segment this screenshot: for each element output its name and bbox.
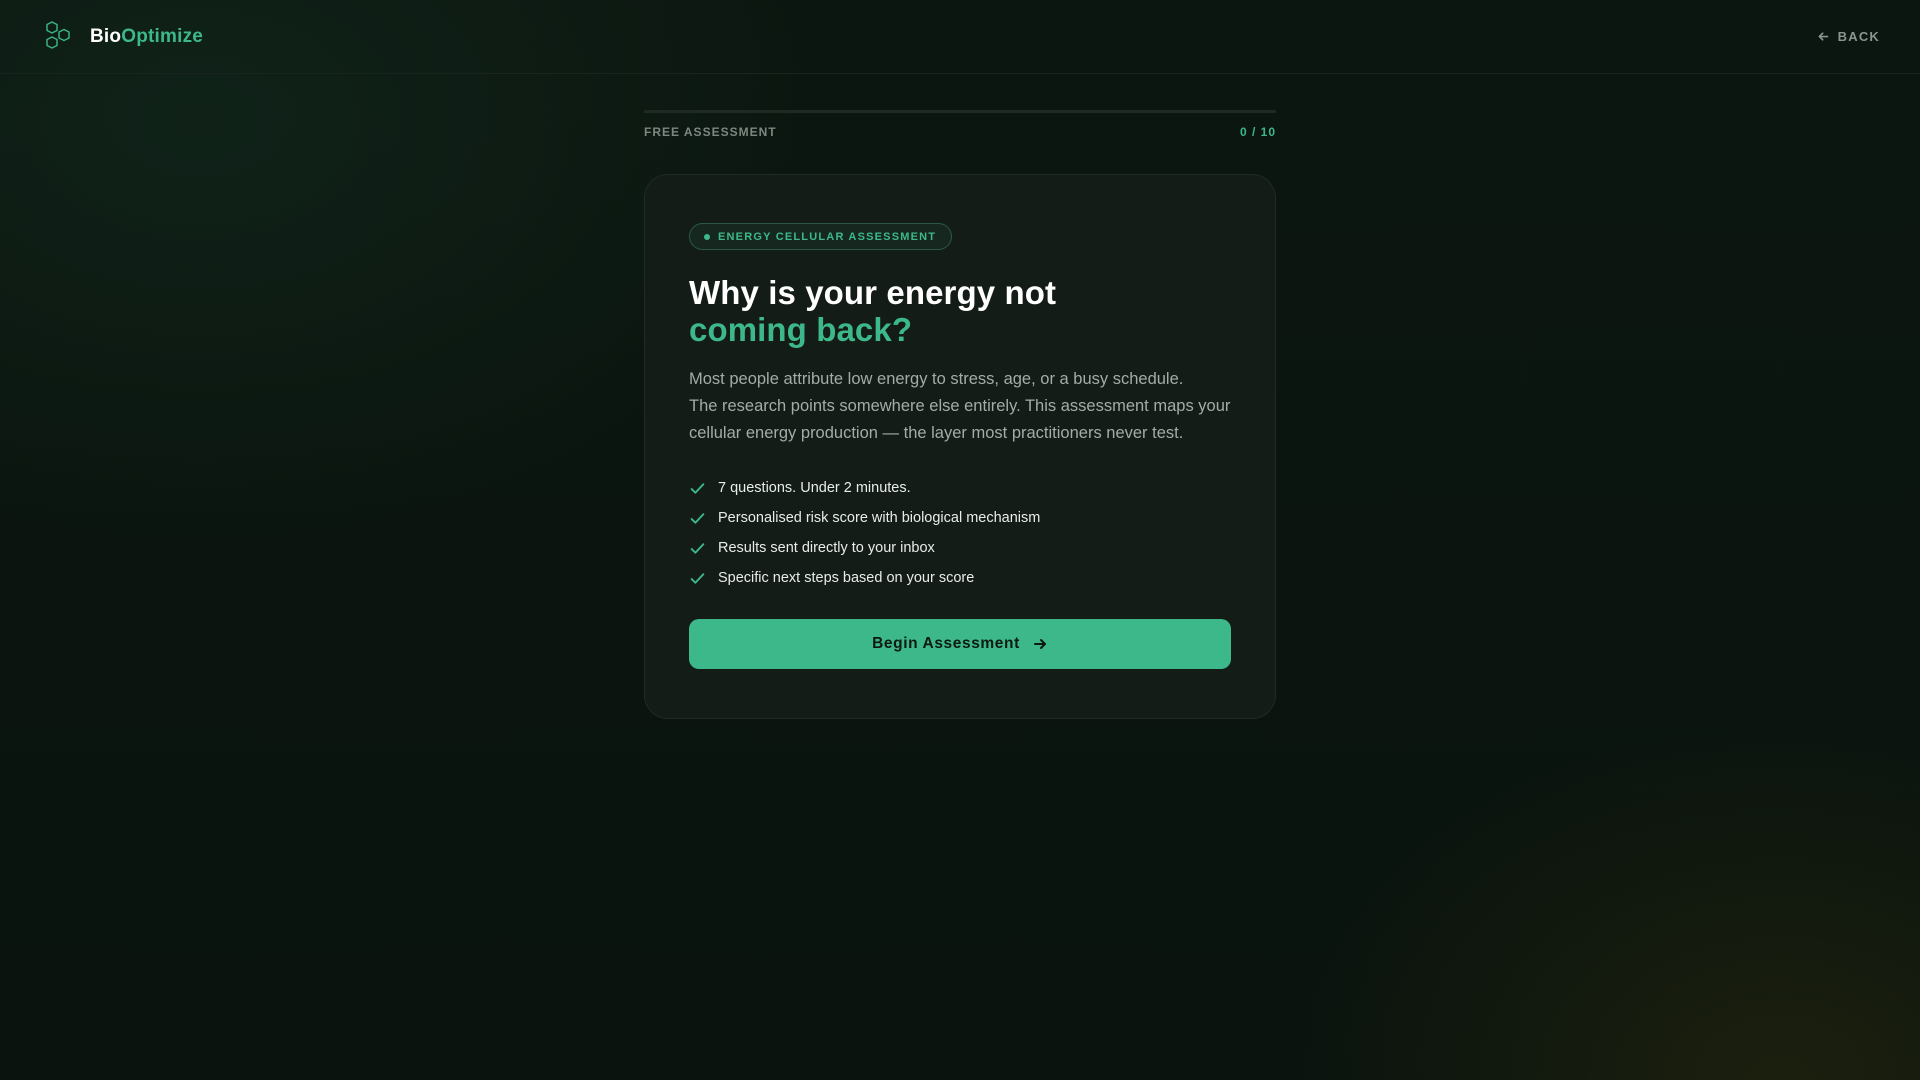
begin-assessment-button[interactable]: Begin Assessment bbox=[689, 619, 1231, 669]
brand-name-optimize: Optimize bbox=[121, 25, 204, 47]
assessment-badge: ENERGY CELLULAR ASSESSMENT bbox=[689, 223, 953, 250]
back-button[interactable]: BACK bbox=[1817, 23, 1880, 50]
list-item-label: Results sent directly to your inbox bbox=[718, 540, 935, 556]
description-line: Most people attribute low energy to stre… bbox=[689, 370, 1184, 388]
badge-label: ENERGY CELLULAR ASSESSMENT bbox=[718, 230, 937, 243]
back-label: BACK bbox=[1837, 29, 1880, 44]
list-item: Specific next steps based on your score bbox=[689, 563, 1231, 593]
list-item: Results sent directly to your inbox bbox=[689, 533, 1231, 563]
brand[interactable]: BioOptimize bbox=[44, 20, 203, 54]
begin-assessment-label: Begin Assessment bbox=[872, 635, 1020, 652]
description-line: cellular energy production — the layer m… bbox=[689, 424, 1184, 442]
arrow-left-icon bbox=[1818, 32, 1829, 41]
arrow-right-icon bbox=[1033, 639, 1046, 649]
page-title: Why is your energy not coming back? bbox=[689, 274, 1231, 348]
benefits-list: 7 questions. Under 2 minutes. Personalis… bbox=[689, 473, 1231, 593]
title-line-2: coming back? bbox=[689, 311, 913, 348]
progress-section: FREE ASSESSMENT 0 / 10 bbox=[644, 110, 1276, 139]
progress-label: FREE ASSESSMENT bbox=[644, 125, 777, 139]
description: Most people attribute low energy to stre… bbox=[689, 366, 1231, 447]
list-item-label: 7 questions. Under 2 minutes. bbox=[718, 480, 911, 496]
hexagon-cluster-icon bbox=[46, 20, 70, 49]
top-bar: BioOptimize BACK bbox=[0, 0, 1920, 74]
assessment-intro-card: ENERGY CELLULAR ASSESSMENT Why is your e… bbox=[644, 174, 1276, 719]
checkmark-icon bbox=[690, 542, 705, 554]
title-line-1: Why is your energy not bbox=[689, 274, 1057, 311]
checkmark-icon bbox=[690, 512, 705, 524]
checkmark-icon bbox=[690, 572, 705, 584]
list-item-label: Specific next steps based on your score bbox=[718, 570, 975, 586]
badge-dot-icon bbox=[704, 233, 710, 240]
checkmark-icon bbox=[690, 482, 705, 494]
progress-bar bbox=[644, 110, 1276, 113]
progress-count: 0 / 10 bbox=[1239, 125, 1276, 139]
list-item: 7 questions. Under 2 minutes. bbox=[689, 473, 1231, 503]
brand-name-bio: Bio bbox=[90, 25, 122, 47]
brand-name: BioOptimize bbox=[90, 26, 203, 48]
list-item: Personalised risk score with biological … bbox=[689, 503, 1231, 533]
description-line: The research points somewhere else entir… bbox=[689, 397, 1231, 415]
list-item-label: Personalised risk score with biological … bbox=[718, 510, 1041, 526]
